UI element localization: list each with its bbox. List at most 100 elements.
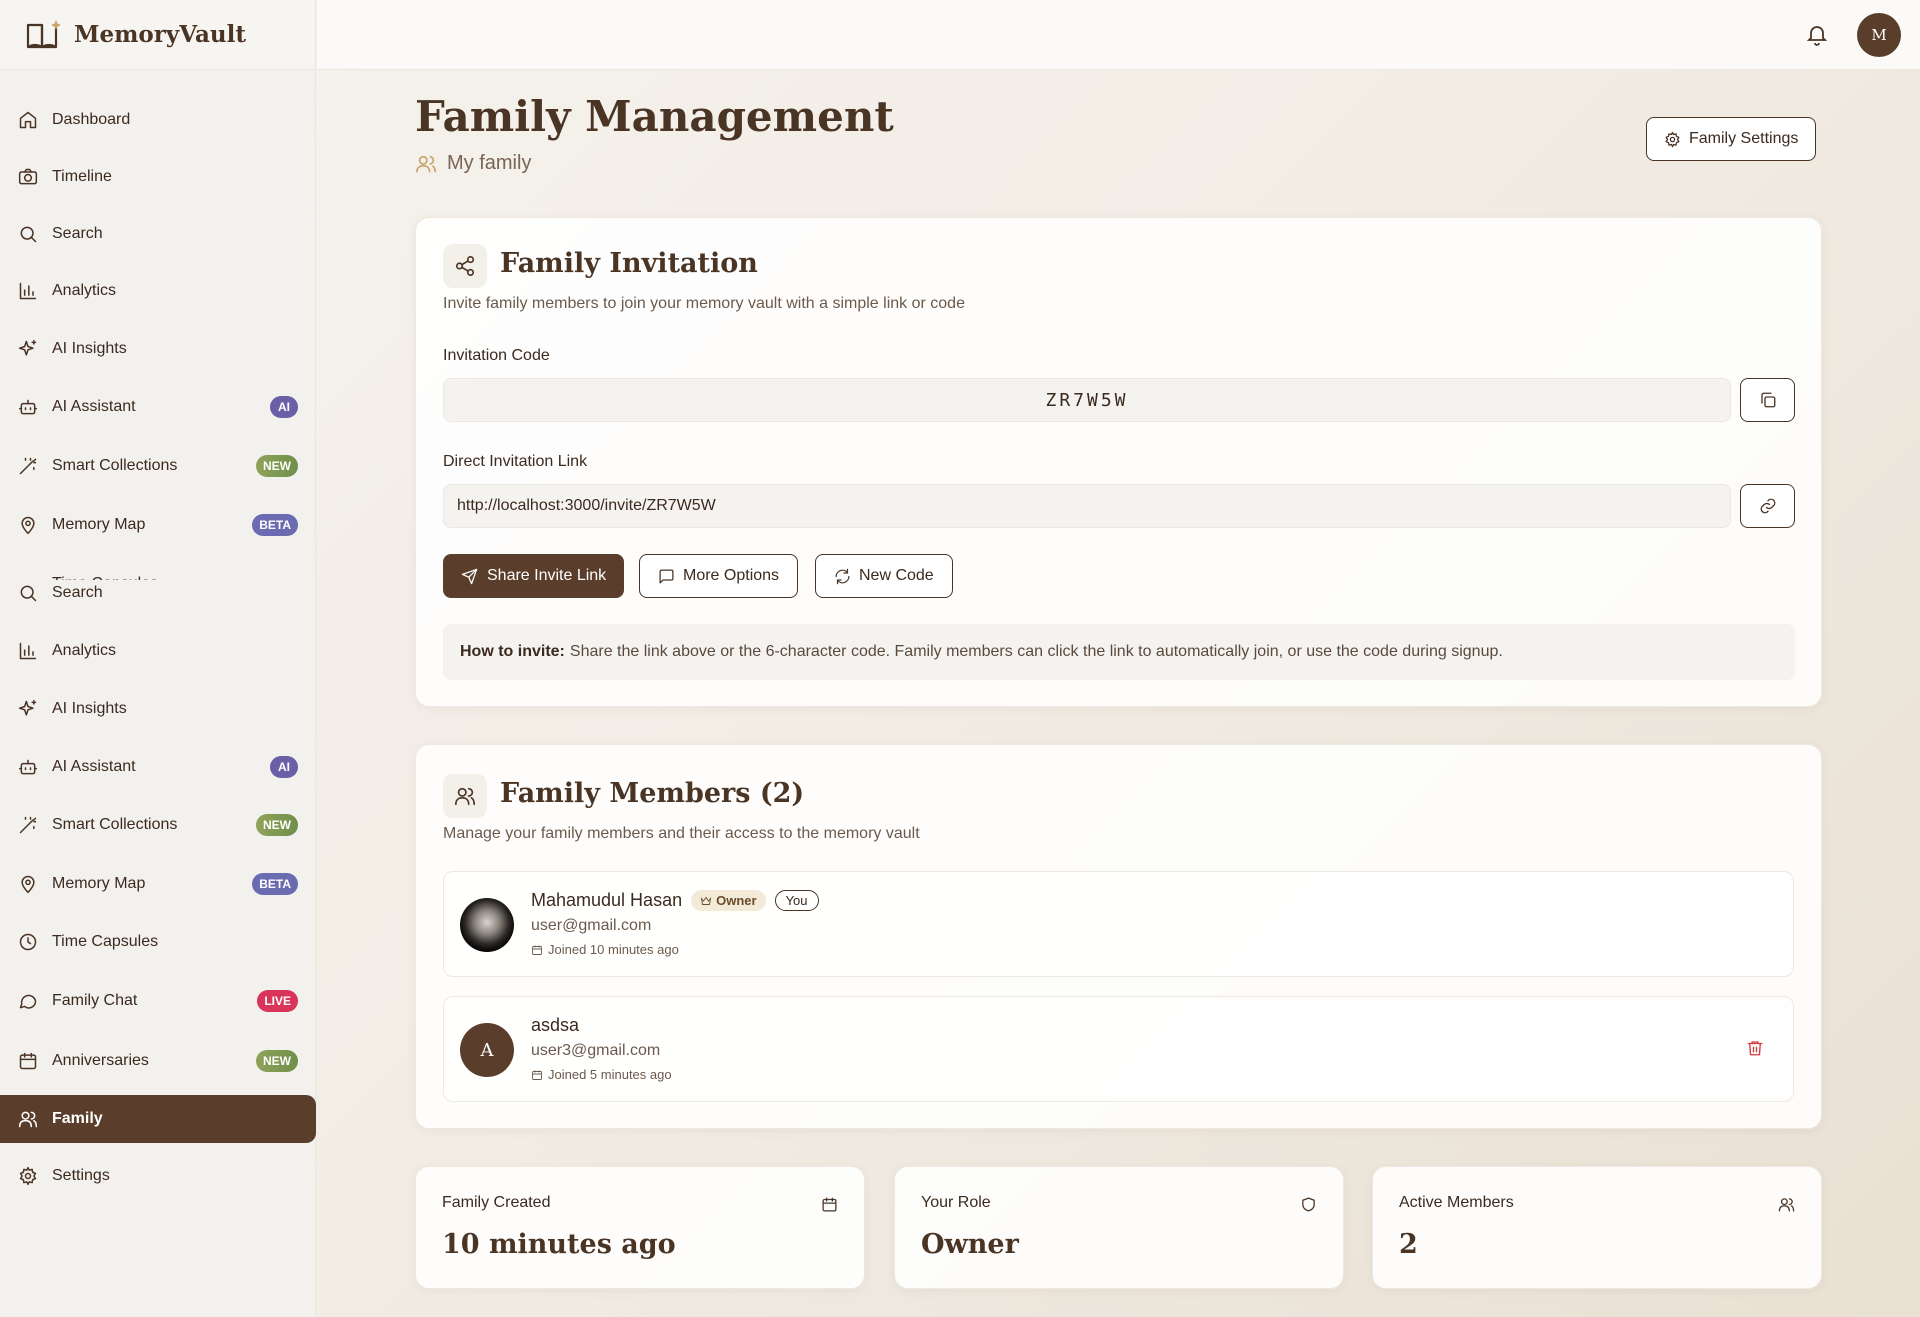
stat-label: Active Members xyxy=(1399,1194,1514,1211)
sidebar-item-family-chat[interactable]: Family Chat LIVE xyxy=(0,977,316,1025)
chat-icon xyxy=(18,991,38,1011)
member-joined-text: Joined 10 minutes ago xyxy=(548,942,679,957)
sidebar-item-ai-insights[interactable]: AI Insights xyxy=(0,325,316,373)
sidebar-item-label: Timeline xyxy=(52,168,112,185)
link-icon xyxy=(1759,497,1777,515)
sidebar-item-analytics[interactable]: Analytics xyxy=(0,267,316,315)
stat-card-active-members: Active Members 2 xyxy=(1372,1166,1822,1289)
clock-icon xyxy=(18,932,38,952)
new-code-label: New Code xyxy=(859,567,934,584)
sidebar-item-analytics[interactable]: Analytics xyxy=(0,627,316,675)
sidebar-item-memory-map[interactable]: Memory Map BETA xyxy=(0,860,316,908)
invitation-title: Family Invitation xyxy=(500,248,758,279)
sidebar-item-family[interactable]: Family xyxy=(0,1095,316,1143)
invitation-card: Family Invitation Invite family members … xyxy=(415,217,1822,707)
calendar-icon xyxy=(821,1196,838,1213)
sidebar-item-label: Smart Collections xyxy=(52,816,178,833)
avatar xyxy=(460,898,514,952)
calendar-icon xyxy=(531,1069,543,1081)
sidebar-item-label: Dashboard xyxy=(52,111,131,128)
avatar: A xyxy=(460,1023,514,1077)
top-bar: M xyxy=(317,0,1920,70)
more-options-label: More Options xyxy=(683,567,780,584)
sidebar-item-smart-collections[interactable]: Smart Collections NEW xyxy=(0,442,316,490)
trash-icon xyxy=(1746,1039,1764,1057)
family-settings-label: Family Settings xyxy=(1689,130,1799,147)
member-joined: Joined 5 minutes ago xyxy=(531,1067,672,1082)
sidebar-item-label: Search xyxy=(52,225,103,242)
sidebar-item-label: AI Assistant xyxy=(52,398,136,415)
member-name: asdsa xyxy=(531,1015,580,1035)
share-icon xyxy=(443,244,487,288)
notifications-button[interactable] xyxy=(1805,22,1829,46)
more-options-button[interactable]: More Options xyxy=(639,554,799,598)
remove-member-button[interactable] xyxy=(1746,1039,1764,1057)
family-settings-button[interactable]: Family Settings xyxy=(1646,117,1817,161)
beta-badge: BETA xyxy=(252,514,298,536)
stat-value: 10 minutes ago xyxy=(442,1229,676,1260)
ai-badge: AI xyxy=(270,756,298,778)
family-name: My family xyxy=(447,152,532,174)
invitation-link-label: Direct Invitation Link xyxy=(443,453,588,470)
sidebar-item-ai-assistant[interactable]: AI Assistant AI xyxy=(0,383,316,431)
sidebar-item-ai-insights[interactable]: AI Insights xyxy=(0,685,316,733)
sidebar-item-label: Family Chat xyxy=(52,992,138,1009)
owner-badge: Owner xyxy=(691,890,766,911)
stat-label: Your Role xyxy=(921,1194,991,1211)
member-joined: Joined 10 minutes ago xyxy=(531,942,679,957)
calendar-icon xyxy=(531,944,543,956)
sidebar-item-label: Search xyxy=(52,584,103,601)
users-icon xyxy=(18,1109,38,1129)
sidebar-item-label: AI Insights xyxy=(52,700,127,717)
member-row: A asdsa user3@gmail.com Joined 5 minutes… xyxy=(443,996,1794,1102)
sparkles-icon xyxy=(18,339,38,359)
app-logo[interactable]: MemoryVault xyxy=(0,0,315,70)
map-pin-icon xyxy=(18,874,38,894)
bar-chart-icon xyxy=(18,281,38,301)
bell-icon xyxy=(1805,22,1829,46)
family-members-title: Family Members (2) xyxy=(500,778,805,809)
new-badge: NEW xyxy=(256,814,298,836)
sidebar-item-search[interactable]: Search xyxy=(0,210,316,258)
sidebar-item-label: AI Assistant xyxy=(52,758,136,775)
search-icon xyxy=(18,224,38,244)
refresh-icon xyxy=(834,568,851,585)
sidebar-item-label: Analytics xyxy=(52,642,117,659)
member-row: Mahamudul Hasan Owner You user@gmail.com… xyxy=(443,871,1794,977)
member-email: user@gmail.com xyxy=(531,917,652,934)
wand-icon xyxy=(18,815,38,835)
gear-icon xyxy=(18,1166,38,1186)
users-icon xyxy=(1778,1196,1795,1213)
bar-chart-icon xyxy=(18,641,38,661)
sidebar-item-dashboard[interactable]: Dashboard xyxy=(0,96,316,144)
sidebar-item-search[interactable]: Search xyxy=(0,569,316,617)
message-icon xyxy=(658,568,675,585)
sidebar-item-ai-assistant[interactable]: AI Assistant AI xyxy=(0,743,316,791)
copy-code-button[interactable] xyxy=(1740,378,1795,422)
users-icon xyxy=(443,774,487,818)
new-code-button[interactable]: New Code xyxy=(815,554,953,598)
share-invite-link-label: Share Invite Link xyxy=(487,567,607,584)
invitation-link-field[interactable]: http://localhost:3000/invite/ZR7W5W xyxy=(443,484,1731,528)
invitation-code-field[interactable]: ZR7W5W xyxy=(443,378,1731,422)
sidebar-item-anniversaries[interactable]: Anniversaries NEW xyxy=(0,1037,316,1085)
page-title: Family Management xyxy=(415,92,894,141)
sidebar: MemoryVault Dashboard Timeline Search An… xyxy=(0,0,316,1317)
wand-icon xyxy=(18,456,38,476)
sidebar-item-label: Time Capsules xyxy=(52,933,159,950)
stat-card-your-role: Your Role Owner xyxy=(894,1166,1344,1289)
member-email: user3@gmail.com xyxy=(531,1042,661,1059)
sidebar-item-time-capsules[interactable]: Time Capsules xyxy=(0,918,316,966)
share-invite-link-button[interactable]: Share Invite Link xyxy=(443,554,625,598)
sidebar-item-smart-collections[interactable]: Smart Collections NEW xyxy=(0,801,316,849)
user-avatar[interactable]: M xyxy=(1857,13,1901,57)
gear-icon xyxy=(1664,131,1681,148)
page-subtitle: My family xyxy=(415,152,531,175)
sidebar-item-label: Settings xyxy=(52,1167,110,1184)
sidebar-item-timeline[interactable]: Timeline xyxy=(0,153,316,201)
member-name-row: asdsa xyxy=(531,1015,579,1036)
invitation-description: Invite family members to join your memor… xyxy=(443,295,965,312)
sidebar-item-settings[interactable]: Settings xyxy=(0,1152,316,1200)
sidebar-item-memory-map[interactable]: Memory Map BETA xyxy=(0,501,316,549)
copy-link-button[interactable] xyxy=(1740,484,1795,528)
